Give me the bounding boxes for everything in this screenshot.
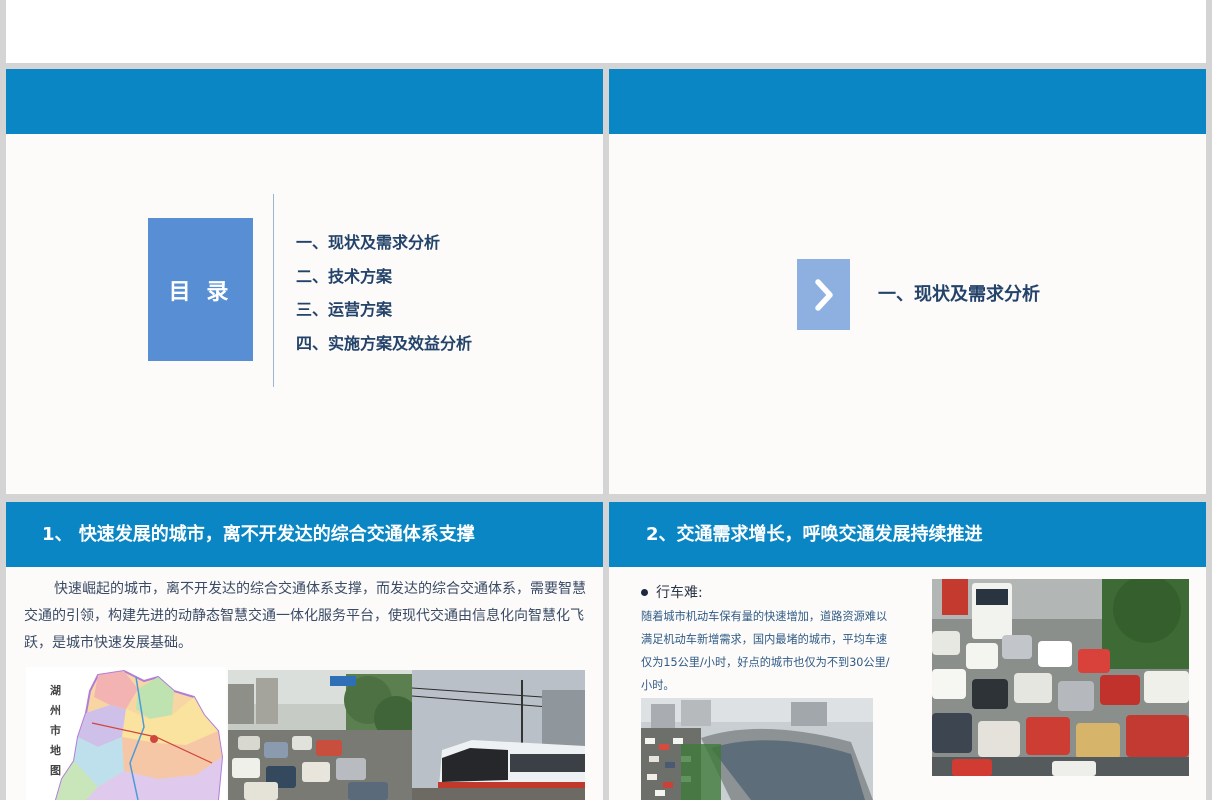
slide-title: 2、交通需求增长，呼唤交通发展持续推进 — [646, 524, 983, 545]
toc-list: 一、现状及需求分析 二、技术方案 三、运营方案 四、实施方案及效益分析 — [296, 231, 472, 365]
slide-paragraph: 快速崛起的城市，离不开发达的综合交通体系支撑，而发达的综合交通体系，需要智慧交通… — [24, 581, 586, 651]
toc-item: 四、实施方案及效益分析 — [296, 333, 473, 353]
congested-interchange-photo — [641, 698, 873, 800]
city-map-image: 湖州市地图 — [26, 667, 226, 800]
slide-header-bar — [6, 69, 603, 134]
bullet-heading-text: 行车难: — [656, 585, 703, 601]
bullet-heading: 行车难: — [641, 582, 703, 602]
traffic-jam-photo — [932, 579, 1189, 776]
toc-slide[interactable]: 目 录 一、现状及需求分析 二、技术方案 三、运营方案 四、实施方案及效益分析 — [6, 69, 603, 494]
toc-label-box: 目 录 — [148, 218, 253, 361]
content-slide-traffic-demand[interactable]: 2、交通需求增长，呼唤交通发展持续推进 行车难: 随着城市机动车保有量的快速增加… — [609, 502, 1206, 800]
map-caption: 湖州市地图 — [50, 684, 61, 777]
chevron-box — [797, 259, 850, 330]
chevron-right-icon — [814, 278, 833, 311]
toc-label: 目 录 — [168, 279, 233, 305]
slide-header-bar — [609, 69, 1206, 134]
toc-item: 二、技术方案 — [296, 266, 393, 286]
traffic-street-photo — [228, 670, 412, 800]
slide-paragraph: 随着城市机动车保有量的快速增加，道路资源难以满足机动车新增需求，国内最堵的城市，… — [641, 610, 890, 692]
toc-divider — [273, 194, 274, 387]
previous-slide-strip[interactable] — [6, 0, 1206, 63]
content-slide-city-transport[interactable]: 1、 快速发展的城市，离不开发达的综合交通体系支撑 快速崛起的城市，离不开发达的… — [6, 502, 603, 800]
slide-header-bar: 1、 快速发展的城市，离不开发达的综合交通体系支撑 — [6, 502, 603, 567]
toc-item: 一、现状及需求分析 — [296, 233, 441, 252]
slide-title: 1、 快速发展的城市，离不开发达的综合交通体系支撑 — [42, 524, 475, 545]
section-slide[interactable]: 一、现状及需求分析 — [609, 69, 1206, 494]
section-title: 一、现状及需求分析 — [878, 284, 1040, 305]
slide-header-bar: 2、交通需求增长，呼唤交通发展持续推进 — [609, 502, 1206, 567]
toc-item: 三、运营方案 — [296, 300, 393, 319]
bullet-dot-icon — [641, 588, 648, 596]
metro-train-photo — [412, 670, 585, 800]
